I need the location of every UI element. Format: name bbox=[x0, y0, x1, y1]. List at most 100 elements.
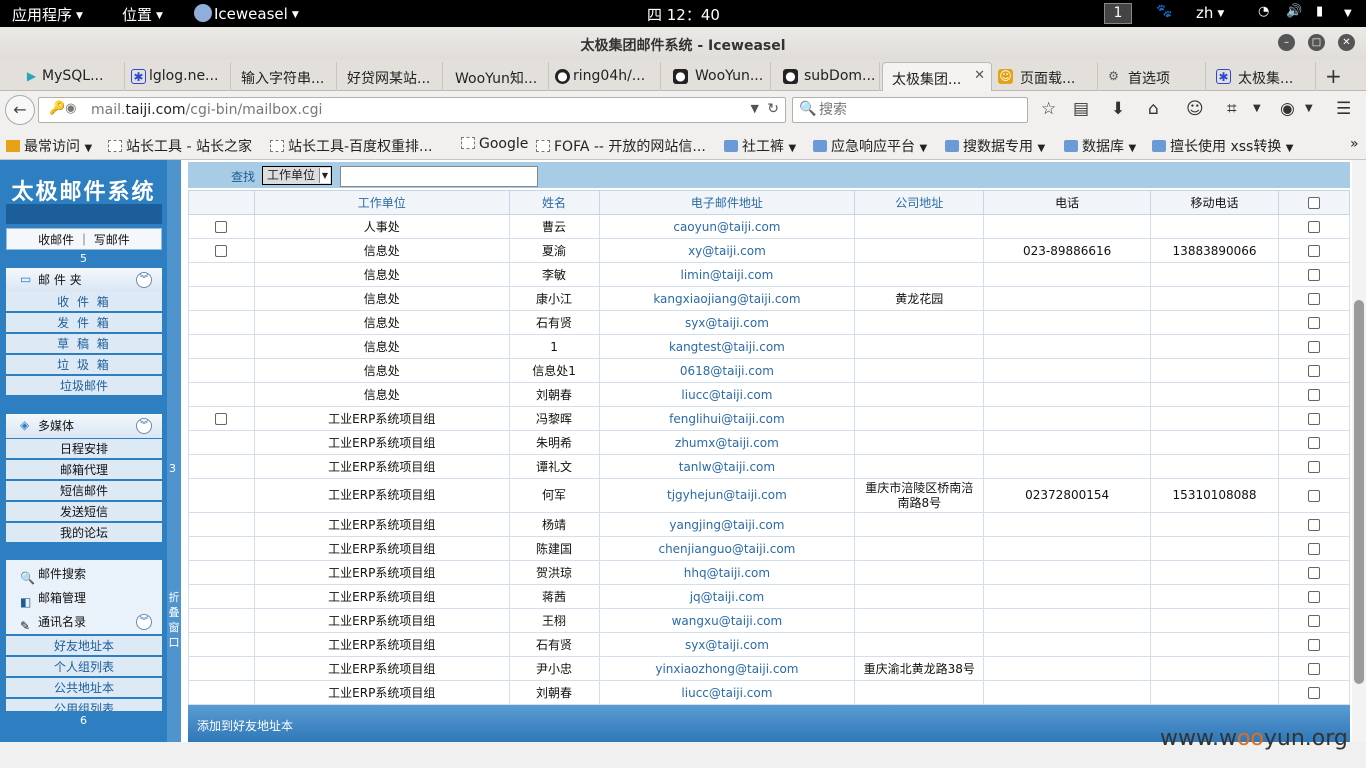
row-checkbox[interactable] bbox=[1308, 317, 1320, 329]
row-checkbox[interactable] bbox=[1308, 567, 1320, 579]
sidebar-item-my-forum[interactable]: 我的论坛 bbox=[6, 523, 162, 543]
maximize-button[interactable]: □ bbox=[1308, 34, 1325, 51]
crop-tool-icon[interactable]: ⌗ bbox=[1227, 99, 1237, 119]
table-row[interactable]: 信息处 刘朝春 liucc@taiji.com bbox=[188, 382, 1350, 407]
row-checkbox[interactable] bbox=[1308, 389, 1320, 401]
chevron-down-icon[interactable]: ▼ bbox=[1344, 8, 1352, 19]
row-checkbox[interactable] bbox=[1308, 269, 1320, 281]
row-checkbox[interactable] bbox=[1308, 687, 1320, 699]
header-phone[interactable]: 电话 bbox=[983, 190, 1152, 215]
tab-github-ring04h[interactable]: ● ring04h/... bbox=[551, 62, 661, 91]
bookmark-google[interactable]: Google bbox=[461, 136, 528, 152]
cell-email-link[interactable]: limin@taiji.com bbox=[598, 262, 856, 287]
table-row[interactable]: 工业ERP系统项目组 石有贤 syx@taiji.com bbox=[188, 632, 1350, 657]
bookmark-folder-database[interactable]: 数据库 ▼ bbox=[1064, 136, 1136, 156]
bookmark-folder-sheku[interactable]: 社工裤 ▼ bbox=[724, 136, 796, 156]
table-row[interactable]: 人事处 曹云 caoyun@taiji.com bbox=[188, 214, 1350, 239]
row-checkbox[interactable] bbox=[1308, 591, 1320, 603]
chevron-down-icon[interactable]: ▼ bbox=[1305, 103, 1313, 114]
cell-email-link[interactable]: yangjing@taiji.com bbox=[598, 512, 856, 537]
tab-taiji-2[interactable]: ✱ 太极集... bbox=[1208, 62, 1316, 91]
sidebar-item-sms-mail[interactable]: 短信邮件 bbox=[6, 481, 162, 501]
bookmark-chinaz[interactable]: 站长工具 - 站长之家 bbox=[108, 136, 252, 156]
header-select-all[interactable] bbox=[1278, 190, 1350, 215]
active-app-menu[interactable]: Iceweasel ▼ bbox=[194, 4, 299, 23]
table-row[interactable]: 工业ERP系统项目组 冯黎晖 fenglihui@taiji.com bbox=[188, 406, 1350, 431]
table-row[interactable]: 工业ERP系统项目组 刘朝春 liucc@taiji.com bbox=[188, 680, 1350, 705]
bookmark-chinaz-baidu[interactable]: 站长工具-百度权重排... bbox=[270, 136, 432, 156]
cell-email-link[interactable]: tanlw@taiji.com bbox=[598, 454, 856, 479]
table-row[interactable]: 工业ERP系统项目组 王栩 wangxu@taiji.com bbox=[188, 608, 1350, 633]
tab-input-string[interactable]: 输入字符串... bbox=[233, 62, 337, 91]
header-unit[interactable]: 工作单位 bbox=[253, 190, 510, 215]
row-checkbox[interactable] bbox=[1308, 615, 1320, 627]
sidebar-item-friends-book[interactable]: 好友地址本 bbox=[6, 636, 162, 656]
sidebar-item-public-book[interactable]: 公共地址本 bbox=[6, 678, 162, 698]
table-row[interactable]: 信息处 夏渝 xy@taiji.com 023-89886616 13883890066 bbox=[188, 238, 1350, 263]
tab-page-loading[interactable]: ☺ 页面载... bbox=[994, 62, 1098, 91]
sidebar-item-public-groups[interactable]: 公用组列表 bbox=[6, 699, 162, 712]
table-row[interactable]: 工业ERP系统项目组 蒋茜 jq@taiji.com bbox=[188, 584, 1350, 609]
row-checkbox-left[interactable] bbox=[215, 221, 228, 233]
bookmark-star-icon[interactable]: ☆ bbox=[1041, 99, 1056, 119]
tab-taiji-active[interactable]: 太极集团... ✕ bbox=[882, 62, 992, 91]
wifi-icon[interactable]: ◔ bbox=[1258, 4, 1269, 19]
row-checkbox[interactable] bbox=[1308, 365, 1320, 377]
url-bar[interactable]: 🔑◉ mail.taiji.com/cgi-bin/mailbox.cgi ▼ … bbox=[38, 97, 786, 123]
bookmarks-overflow-icon[interactable]: » bbox=[1350, 136, 1359, 152]
workspace-indicator[interactable]: 1 bbox=[1104, 3, 1132, 24]
sidebar-item-sent[interactable]: 发 件 箱 bbox=[6, 313, 162, 333]
collapse-icon[interactable]: ︾ bbox=[136, 614, 152, 630]
tab-preferences[interactable]: ⚙ 首选项 bbox=[1100, 62, 1206, 91]
bookmark-fofa[interactable]: FOFA -- 开放的网站信... bbox=[536, 136, 706, 156]
cell-email-link[interactable]: kangxiaojiang@taiji.com bbox=[598, 286, 856, 311]
sidebar-item-mailbox-manage[interactable]: ◧ 邮箱管理 bbox=[6, 586, 162, 610]
receive-write-mail-links[interactable]: 收邮件 ｜ 写邮件 bbox=[6, 228, 162, 250]
find-field-select[interactable]: 工作单位 ▼ bbox=[262, 166, 332, 185]
table-row[interactable]: 工业ERP系统项目组 谭礼文 tanlw@taiji.com bbox=[188, 454, 1350, 479]
cell-email-link[interactable]: syx@taiji.com bbox=[598, 310, 856, 335]
table-row[interactable]: 工业ERP系统项目组 贺洪琼 hhq@taiji.com bbox=[188, 560, 1350, 585]
table-row[interactable]: 信息处 康小江 kangxiaojiang@taiji.com 黄龙花园 bbox=[188, 286, 1350, 311]
cell-email-link[interactable]: syx@taiji.com bbox=[598, 632, 856, 657]
collapse-icon[interactable]: ︾ bbox=[136, 272, 152, 288]
table-row[interactable]: 信息处 1 kangtest@taiji.com bbox=[188, 334, 1350, 359]
vertical-scrollbar[interactable] bbox=[1352, 160, 1366, 742]
cell-email-link[interactable]: hhq@taiji.com bbox=[598, 560, 856, 585]
tab-lglog[interactable]: ✱ lglog.ne... bbox=[127, 62, 231, 91]
frame-splitter[interactable]: 3 折叠窗口 bbox=[167, 160, 181, 742]
table-row[interactable]: 信息处 石有贤 syx@taiji.com bbox=[188, 310, 1350, 335]
row-checkbox-left[interactable] bbox=[215, 245, 228, 257]
row-checkbox[interactable] bbox=[1308, 413, 1320, 425]
table-row[interactable]: 信息处 李敏 limin@taiji.com bbox=[188, 262, 1350, 287]
cell-email-link[interactable]: fenglihui@taiji.com bbox=[598, 406, 856, 431]
close-tab-icon[interactable]: ✕ bbox=[974, 68, 985, 83]
row-checkbox[interactable] bbox=[1308, 437, 1320, 449]
minimize-button[interactable]: – bbox=[1278, 34, 1295, 51]
sidebar-item-drafts[interactable]: 草 稿 箱 bbox=[6, 334, 162, 354]
table-row[interactable]: 工业ERP系统项目组 杨靖 yangjing@taiji.com bbox=[188, 512, 1350, 537]
tab-wooyun[interactable]: ● WooYun... bbox=[663, 62, 771, 91]
home-icon[interactable]: ⌂ bbox=[1148, 99, 1159, 119]
row-checkbox[interactable] bbox=[1308, 293, 1320, 305]
find-input[interactable] bbox=[340, 166, 538, 187]
volume-icon[interactable]: 🔊 bbox=[1286, 4, 1302, 19]
fold-window-toggle[interactable]: 折叠窗口 bbox=[168, 590, 180, 650]
hello-chat-icon[interactable]: ☺ bbox=[1186, 99, 1204, 119]
reading-list-icon[interactable]: ▤ bbox=[1073, 99, 1089, 119]
row-checkbox[interactable] bbox=[1308, 245, 1320, 257]
row-checkbox[interactable] bbox=[1308, 519, 1320, 531]
site-identity-icon[interactable]: 🔑◉ bbox=[49, 101, 77, 116]
applications-menu[interactable]: 应用程序 ▼ bbox=[12, 4, 83, 25]
row-checkbox[interactable] bbox=[1308, 663, 1320, 675]
row-checkbox[interactable] bbox=[1308, 489, 1320, 502]
download-icon[interactable]: ⬇ bbox=[1111, 99, 1125, 119]
row-checkbox[interactable] bbox=[1308, 639, 1320, 651]
search-input[interactable] bbox=[819, 101, 1019, 119]
row-checkbox-left[interactable] bbox=[215, 413, 228, 425]
select-all-checkbox[interactable] bbox=[1308, 197, 1320, 209]
cell-email-link[interactable]: yinxiaozhong@taiji.com bbox=[598, 656, 856, 681]
bookmark-folder-search-data[interactable]: 搜数据专用 ▼ bbox=[945, 136, 1045, 156]
addon-icon[interactable]: ◉ bbox=[1280, 99, 1295, 119]
contacts-header[interactable]: ✎ 通讯名录 ︾ bbox=[6, 610, 162, 634]
